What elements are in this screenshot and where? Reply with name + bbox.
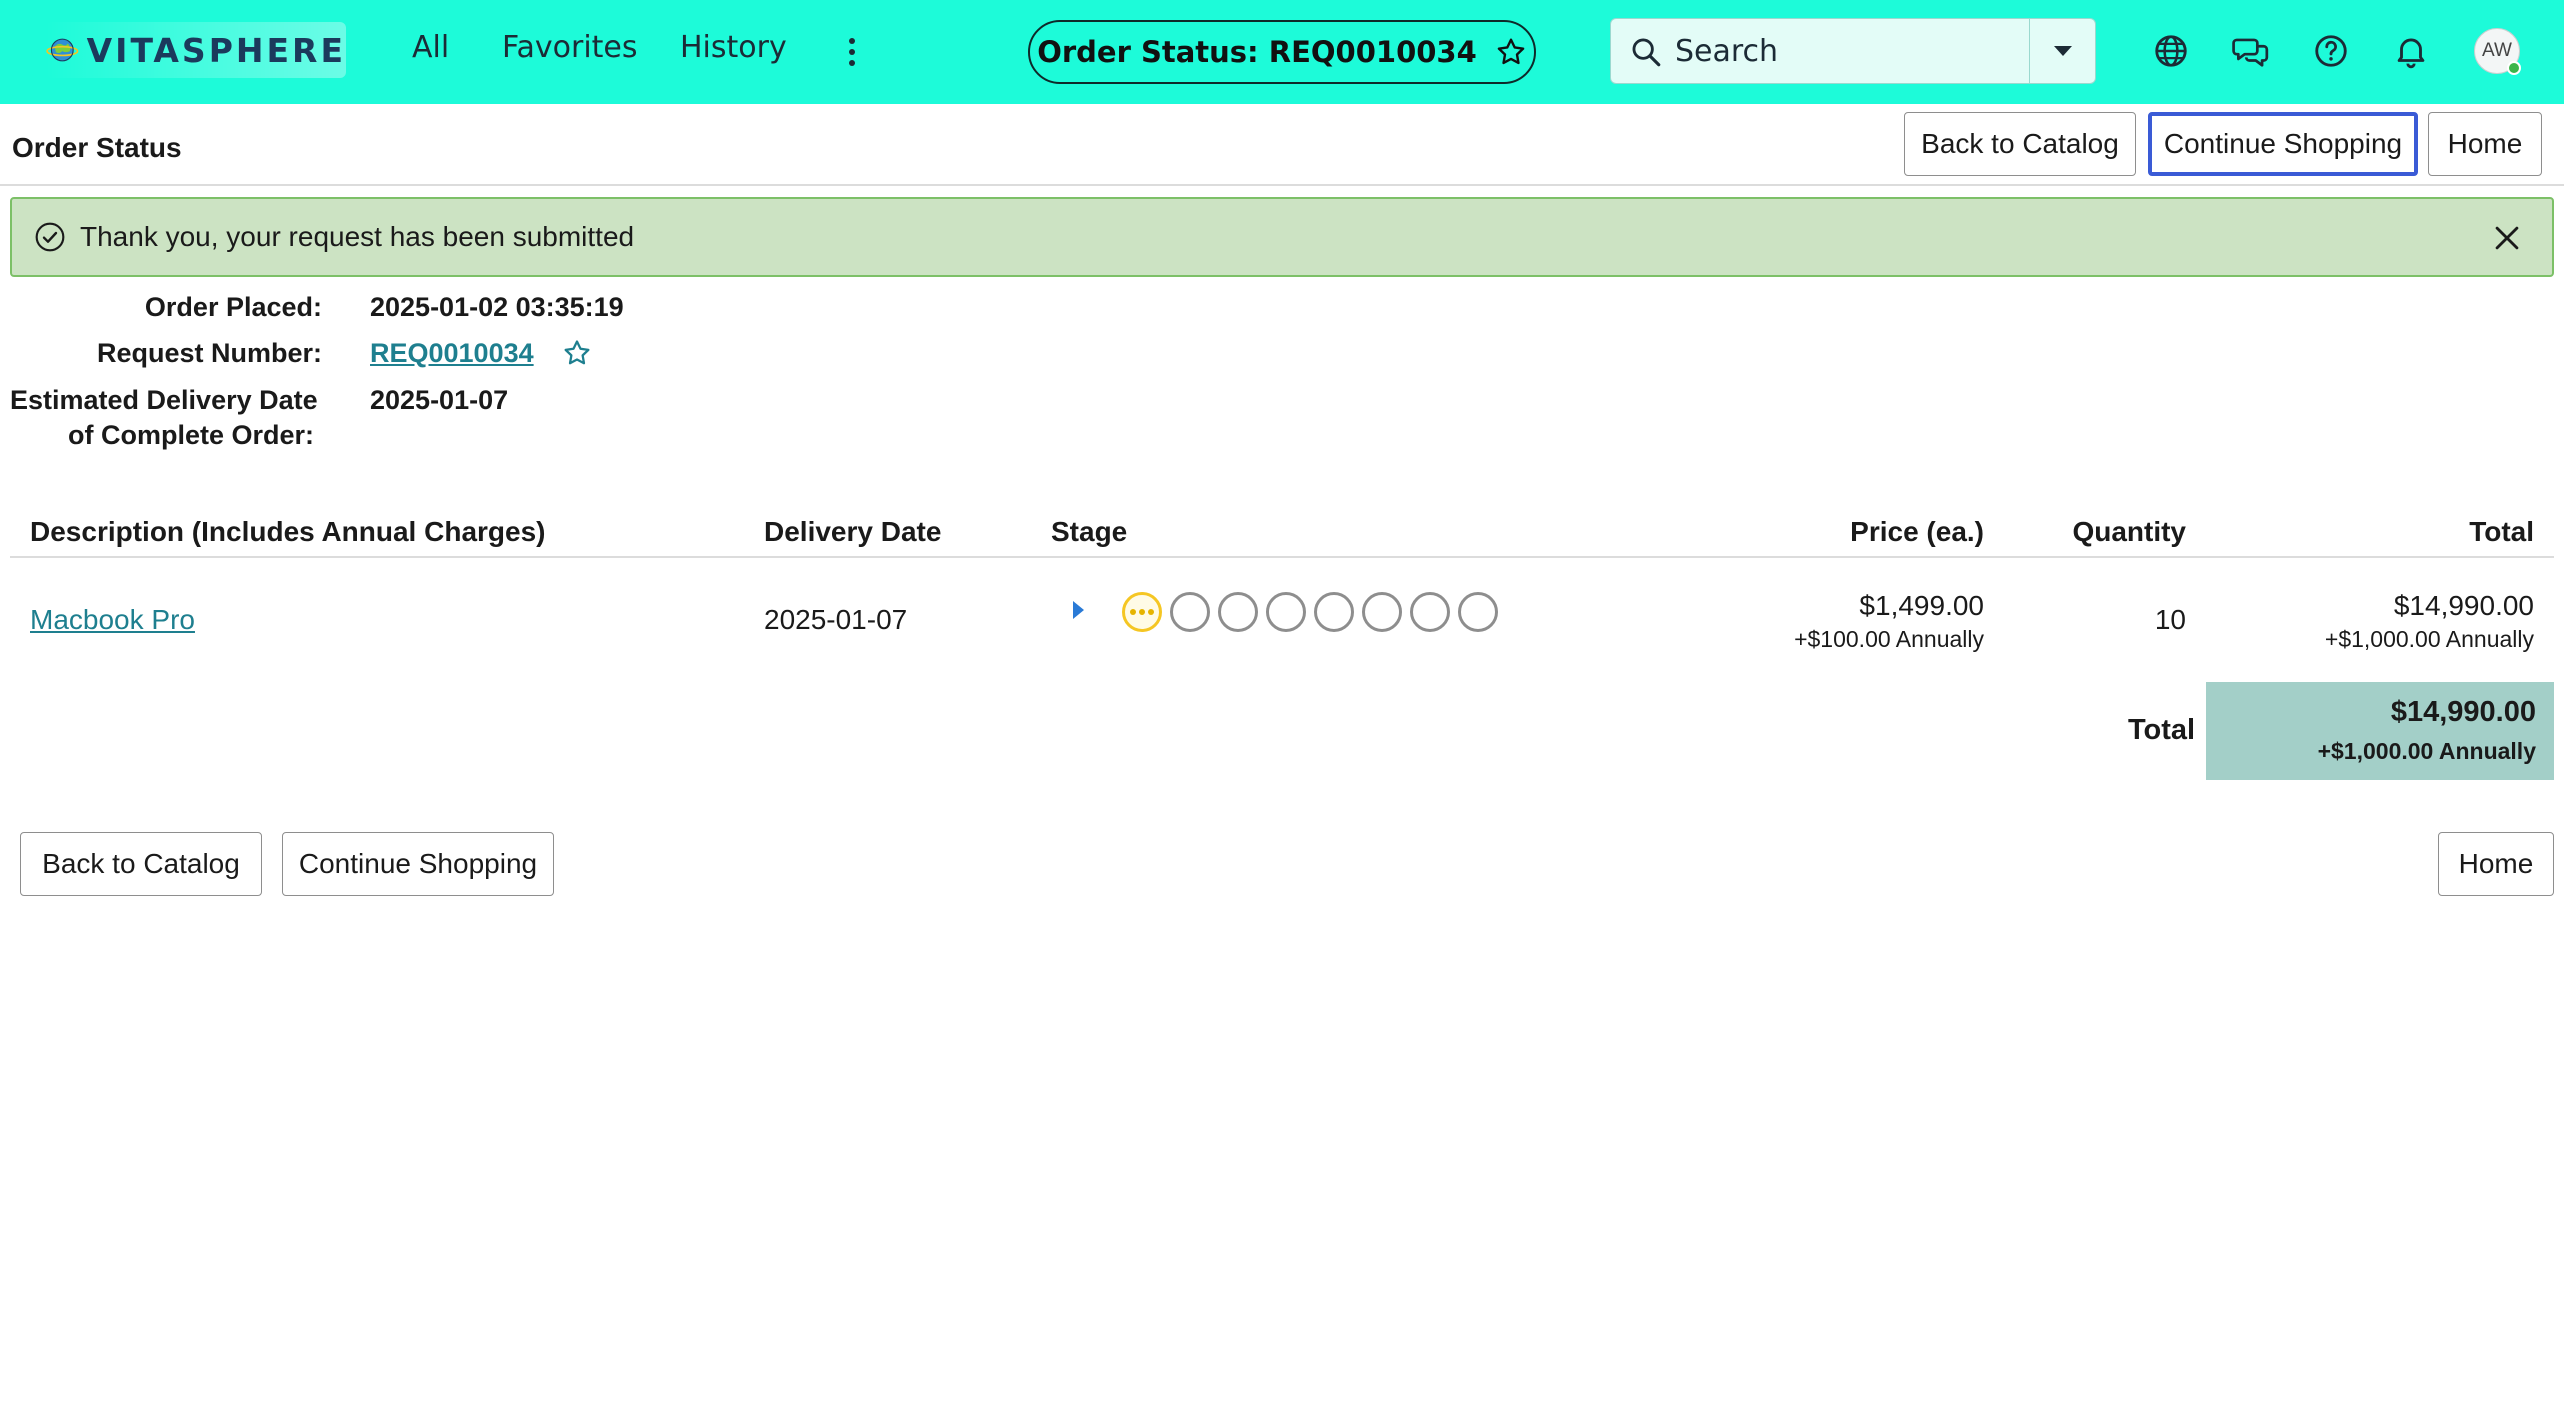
column-header-stage: Stage [1051,516,1128,547]
continue-shopping-button[interactable]: Continue Shopping [2148,112,2418,176]
stage-pending-step [1314,592,1354,632]
grand-total-box: $14,990.00 +$1,000.00 Annually [2206,682,2554,780]
header-divider [0,184,2564,186]
back-to-catalog-button[interactable]: Back to Catalog [1904,112,2136,176]
stage-pending-step [1410,592,1450,632]
nav-favorites[interactable]: Favorites [502,30,638,65]
footer-continue-shopping-button[interactable]: Continue Shopping [282,832,554,896]
stage-pending-step [1170,592,1210,632]
globe-logo-icon [46,38,79,62]
footer-back-to-catalog-button[interactable]: Back to Catalog [20,832,262,896]
estimated-delivery-label-line1: Estimated Delivery Date [10,385,318,415]
order-status-pill-label: Order Status: REQ0010034 [1037,35,1477,69]
order-placed-value: 2025-01-02 03:35:19 [370,292,624,322]
order-status-pill[interactable]: Order Status: REQ0010034 [1028,20,1536,84]
more-menu-icon[interactable] [840,30,864,74]
brand-logo[interactable]: VITASPHERE [46,22,346,78]
item-link-macbook-pro[interactable]: Macbook Pro [30,604,195,636]
row-price-annual: +$100.00 Annually [1794,626,1984,652]
estimated-delivery-value: 2025-01-07 [370,385,509,415]
table-header-divider [10,556,2554,558]
user-avatar[interactable]: AW [2474,28,2521,75]
stage-progress-indicator [1122,592,1498,632]
grand-total-label: Total [2128,714,2196,746]
column-header-quantity: Quantity [2072,516,2186,547]
expand-stages-icon[interactable] [1068,598,1088,622]
row-quantity: 10 [2154,604,2186,635]
column-header-delivery-date: Delivery Date [764,516,942,547]
row-price: $1,499.00 [1859,590,1984,621]
column-header-price: Price (ea.) [1850,516,1984,547]
avatar-initials: AW [2482,40,2512,61]
help-icon[interactable] [2312,32,2350,70]
footer-home-button[interactable]: Home [2438,832,2554,896]
notifications-bell-icon[interactable] [2392,32,2430,70]
chevron-down-icon [2053,46,2072,56]
request-number-label: Request Number: [96,338,322,368]
grand-total-annual: +$1,000.00 Annually [2317,738,2536,764]
column-header-description: Description (Includes Annual Charges) [30,516,546,547]
stage-pending-step [1266,592,1306,632]
home-button[interactable]: Home [2428,112,2542,176]
request-number-link[interactable]: REQ0010034 [370,338,534,369]
top-navigation-bar: VITASPHERE All Favorites History Order S… [0,0,2564,104]
row-total-annual: +$1,000.00 Annually [2324,626,2534,652]
stage-pending-step [1458,592,1498,632]
success-alert: Thank you, your request has been submitt… [10,197,2554,277]
search-scope-dropdown[interactable] [2029,19,2095,83]
estimated-delivery-label-line2: of Complete Order: [67,420,314,450]
order-placed-label: Order Placed: [144,292,322,322]
globe-icon[interactable] [2152,32,2190,70]
close-icon[interactable] [2490,221,2524,255]
brand-name: VITASPHERE [86,30,346,70]
nav-history[interactable]: History [680,30,787,65]
check-circle-icon [35,222,65,252]
column-header-total: Total [2469,516,2534,547]
row-delivery-date: 2025-01-07 [764,604,908,635]
online-status-dot [2507,61,2521,75]
page-title: Order Status [12,132,182,163]
grand-total-value: $14,990.00 [2390,696,2536,728]
search-icon [1632,38,1661,67]
global-search [1610,18,2096,84]
stage-pending-step [1218,592,1258,632]
search-input[interactable] [1675,29,1975,73]
stage-pending-step [1362,592,1402,632]
favorite-star-icon[interactable] [1495,36,1527,68]
nav-all[interactable]: All [412,30,449,65]
chat-icon[interactable] [2232,32,2270,70]
star-icon[interactable] [562,338,592,368]
alert-message: Thank you, your request has been submitt… [80,221,635,252]
row-total: $14,990.00 [2393,590,2534,621]
stage-current-step [1122,592,1162,632]
